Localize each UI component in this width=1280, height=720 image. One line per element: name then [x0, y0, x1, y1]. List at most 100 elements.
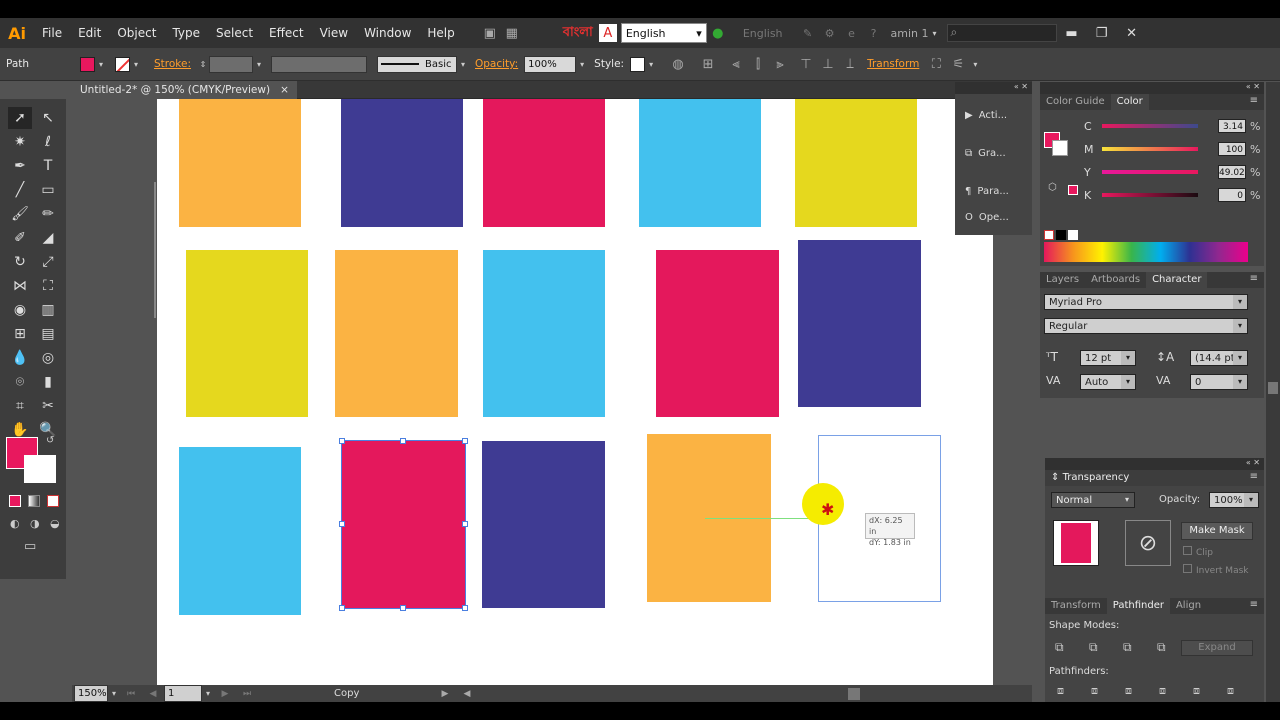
menu-window[interactable]: Window [356, 18, 419, 48]
brush-dropdown-icon[interactable]: ▾ [457, 55, 469, 73]
transparency-opacity-field[interactable]: 100% ▾ [1209, 492, 1259, 508]
outline-icon[interactable]: ⧈ [1193, 684, 1200, 698]
blend-tool-icon[interactable]: ◎ [36, 347, 60, 369]
right-scrollbar[interactable] [1266, 82, 1280, 702]
minimize-button[interactable]: ▬ [1057, 26, 1087, 41]
exclude-icon[interactable]: ⧉ [1157, 640, 1166, 655]
draw-normal-icon[interactable]: ◐ [10, 517, 20, 530]
selected-rect-magenta[interactable] [341, 440, 466, 609]
transform-link[interactable]: Transform [861, 58, 925, 70]
opacity-dropdown-icon[interactable]: ▾ [576, 55, 588, 73]
panel-options-icon[interactable]: ⚟ [947, 54, 969, 74]
pencil-tool-icon[interactable]: ✏ [36, 203, 60, 225]
menu-effect[interactable]: Effect [261, 18, 312, 48]
font-family-select[interactable]: Myriad Pro ▾ [1044, 294, 1248, 310]
menu-view[interactable]: View [312, 18, 356, 48]
color-mode-icon[interactable] [9, 495, 21, 507]
magenta-slider[interactable]: M 100 % [1084, 141, 1274, 157]
eyedropper-tool-icon[interactable]: 💧 [8, 347, 32, 369]
direct-selection-tool-icon[interactable]: ↖ [36, 107, 60, 129]
tab-transform[interactable]: Transform [1045, 598, 1107, 614]
fill-dropdown-icon[interactable]: ▾ [95, 55, 107, 73]
divide-icon[interactable]: ⧈ [1057, 684, 1064, 698]
swap-colors-icon[interactable]: ↺ [46, 435, 54, 446]
crop-icon[interactable]: ⧈ [1159, 684, 1166, 698]
artwork-rect-navy[interactable] [798, 240, 921, 407]
symbol-sprayer-tool-icon[interactable]: ⌾ [8, 371, 32, 393]
opacity-field[interactable]: 100% [524, 55, 577, 73]
yellow-slider[interactable]: Y 49.02 % [1084, 164, 1274, 180]
language-select[interactable]: English ▾ [620, 23, 707, 43]
artwork-rect-navy[interactable] [482, 441, 605, 608]
eraser-tool-icon[interactable]: ◢ [36, 227, 60, 249]
kerning-field[interactable]: Auto ▾ [1080, 374, 1136, 390]
align-right-icon[interactable]: ⫸ [769, 54, 791, 74]
object-thumbnail[interactable] [1053, 520, 1099, 566]
prev-artboard-icon[interactable]: ◀ [142, 684, 164, 704]
trim-icon[interactable]: ⧈ [1091, 684, 1098, 698]
width-tool-icon[interactable]: ⋈ [8, 275, 32, 297]
zoom-field[interactable]: 150% [74, 685, 108, 702]
acrobat-icon[interactable]: A [598, 24, 617, 42]
artwork-rect-cyan[interactable] [179, 447, 301, 615]
black-slider[interactable]: K 0 % [1084, 187, 1274, 203]
arrange-documents-icon[interactable]: ▦ [501, 23, 523, 43]
none-mode-icon[interactable] [47, 495, 59, 507]
rectangle-tool-icon[interactable]: ▭ [36, 179, 60, 201]
yellow-value[interactable]: 49.02 [1218, 165, 1246, 179]
cyan-value[interactable]: 3.14 [1218, 119, 1246, 133]
cyan-slider[interactable]: C 3.14 % [1084, 118, 1274, 134]
column-graph-tool-icon[interactable]: ▮ [36, 371, 60, 393]
artwork-rect-orange[interactable] [179, 99, 301, 227]
menu-help[interactable]: Help [419, 18, 462, 48]
artboard-dropdown-icon[interactable]: ▾ [202, 685, 214, 703]
brush-definition-field[interactable]: Basic [377, 55, 457, 73]
restore-button[interactable]: ❐ [1087, 26, 1117, 41]
menu-edit[interactable]: Edit [70, 18, 109, 48]
menu-type[interactable]: Type [164, 18, 208, 48]
type-tool-icon[interactable]: T [36, 155, 60, 177]
selection-handle[interactable] [339, 521, 345, 527]
artwork-rect-cyan[interactable] [639, 99, 761, 227]
opentype-panel-button[interactable]: O Ope... [955, 202, 1032, 232]
artboard-number-field[interactable]: 1 [164, 685, 202, 702]
tab-artboards[interactable]: Artboards [1085, 272, 1146, 288]
shape-builder-tool-icon[interactable]: ◉ [8, 299, 32, 321]
style-dropdown-icon[interactable]: ▾ [645, 55, 657, 73]
font-style-select[interactable]: Regular ▾ [1044, 318, 1248, 334]
rotate-tool-icon[interactable]: ↻ [8, 251, 32, 273]
slice-tool-icon[interactable]: ✂ [36, 395, 60, 417]
graphic-styles-panel-button[interactable]: ⧉ Gra... [955, 138, 1032, 168]
tab-pathfinder[interactable]: Pathfinder [1106, 598, 1170, 614]
stroke-indicator[interactable] [1052, 140, 1068, 156]
panel-menu-icon[interactable]: ≡ [1250, 599, 1258, 610]
draw-inside-icon[interactable]: ◒ [50, 517, 60, 530]
selection-handle[interactable] [400, 605, 406, 611]
user-name[interactable]: amin 1 [891, 27, 929, 40]
gradient-mode-icon[interactable] [28, 495, 40, 507]
isolate-icon[interactable]: ⛶ [925, 54, 947, 74]
align-center-icon[interactable]: ⫿ [747, 54, 769, 74]
gradient-tool-icon[interactable]: ▤ [36, 323, 60, 345]
bridge-icon[interactable]: ▣ [479, 23, 501, 43]
expand-button[interactable]: Expand [1181, 640, 1253, 656]
font-size-field[interactable]: 12 pt ▾ [1080, 350, 1136, 366]
merge-icon[interactable]: ⧈ [1125, 684, 1132, 698]
panel-menu-icon[interactable]: ≡ [1250, 273, 1258, 284]
close-button[interactable]: ✕ [1117, 26, 1147, 41]
selection-tool-icon[interactable]: ➚ [8, 107, 32, 129]
selection-handle[interactable] [462, 438, 468, 444]
align-top-icon[interactable]: ⊤ [795, 54, 817, 74]
pen-tool-icon[interactable]: ✒ [8, 155, 32, 177]
recolor-artwork-icon[interactable]: ◍ [667, 54, 689, 74]
stroke-swatch[interactable] [115, 56, 130, 72]
menu-file[interactable]: File [34, 18, 70, 48]
line-tool-icon[interactable]: ╱ [8, 179, 32, 201]
tab-transparency[interactable]: ⇕ Transparency [1045, 470, 1135, 486]
last-artboard-icon[interactable]: ⏭ [236, 684, 258, 704]
control-menu-icon[interactable]: ▾ [969, 55, 981, 73]
web-safe-swatch[interactable] [1068, 185, 1078, 195]
scale-tool-icon[interactable]: ⤢ [36, 251, 60, 273]
make-mask-button[interactable]: Make Mask [1181, 522, 1253, 540]
tab-layers[interactable]: Layers [1040, 272, 1085, 288]
